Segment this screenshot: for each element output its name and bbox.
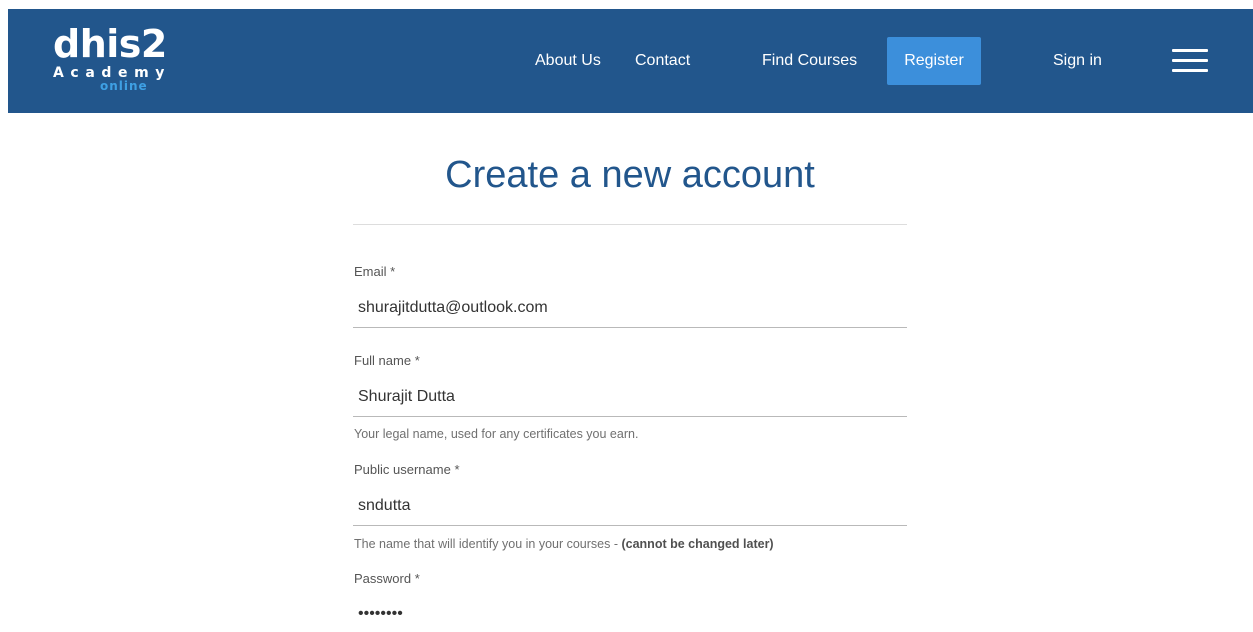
- password-field[interactable]: [353, 594, 907, 632]
- username-help-warning: (cannot be changed later): [621, 537, 774, 551]
- hamburger-menu-icon[interactable]: [1172, 49, 1208, 73]
- full-name-field[interactable]: [353, 377, 907, 417]
- email-field[interactable]: [353, 288, 907, 328]
- logo-main-text: dhis2: [53, 22, 167, 66]
- nav-about-us-link[interactable]: About Us: [535, 47, 601, 75]
- username-field[interactable]: [353, 486, 907, 526]
- username-help-text: The name that will identify you in your …: [354, 535, 774, 553]
- nav-contact-link[interactable]: Contact: [635, 47, 690, 75]
- hamburger-bar-middle: [1172, 59, 1208, 62]
- page: dhis2 Academy online About Us Contact Fi…: [0, 0, 1253, 632]
- site-header: dhis2 Academy online About Us Contact Fi…: [8, 9, 1253, 113]
- title-divider: [353, 224, 907, 225]
- register-button[interactable]: Register: [887, 37, 981, 85]
- nav-sign-in-link[interactable]: Sign in: [1053, 47, 1102, 75]
- username-help-main: The name that will identify you in your …: [354, 537, 622, 551]
- email-label: Email *: [354, 264, 396, 279]
- page-title: Create a new account: [445, 154, 815, 196]
- username-label: Public username *: [354, 462, 460, 477]
- hamburger-bar-top: [1172, 49, 1208, 52]
- password-label: Password *: [354, 571, 420, 586]
- dhis2-academy-logo[interactable]: dhis2 Academy online: [53, 24, 178, 104]
- logo-tag-text: online: [100, 79, 148, 93]
- full-name-help-text: Your legal name, used for any certificat…: [354, 427, 639, 441]
- nav-find-courses-link[interactable]: Find Courses: [762, 47, 857, 75]
- hamburger-bar-bottom: [1172, 69, 1208, 72]
- full-name-label: Full name *: [354, 353, 420, 368]
